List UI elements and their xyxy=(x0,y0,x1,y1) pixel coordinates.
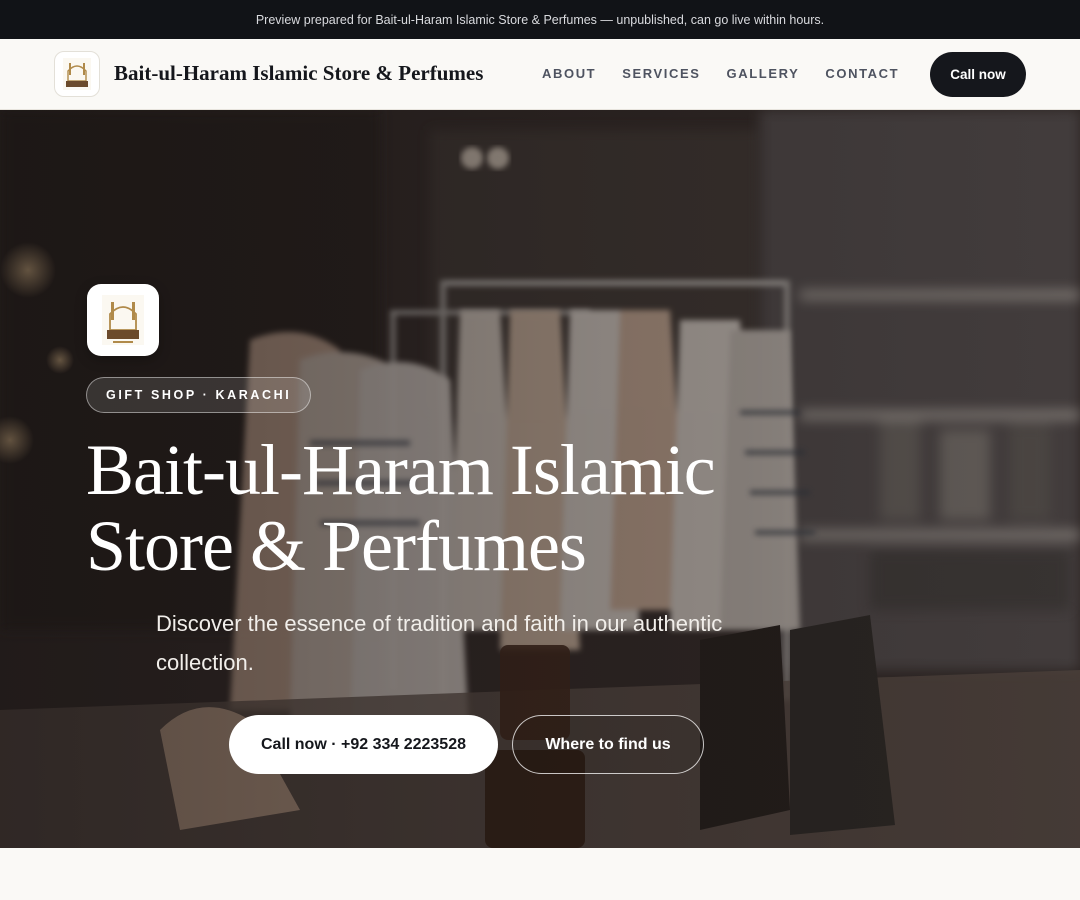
store-logo-icon[interactable] xyxy=(54,51,100,97)
store-logo-icon xyxy=(87,284,159,356)
call-phone-button[interactable]: Call now · +92 334 2223528 xyxy=(229,715,498,774)
hero-subtitle: Discover the essence of tradition and fa… xyxy=(156,611,723,675)
nav-item-contact[interactable]: CONTACT xyxy=(825,66,899,81)
call-now-button[interactable]: Call now xyxy=(930,52,1026,97)
category-badge: GIFT SHOP · KARACHI xyxy=(86,377,312,413)
site-header: Bait-ul-Haram Islamic Store & Perfumes A… xyxy=(0,39,1080,110)
brand-name[interactable]: Bait-ul-Haram Islamic Store & Perfumes xyxy=(114,61,483,86)
nav-item-about[interactable]: ABOUT xyxy=(542,66,596,81)
hero-title: Bait-ul-Haram Islamic Store & Perfumes xyxy=(86,430,716,586)
main-nav: ABOUT SERVICES GALLERY CONTACT xyxy=(542,66,899,81)
preview-banner: Preview prepared for Bait-ul-Haram Islam… xyxy=(0,0,1080,39)
nav-item-services[interactable]: SERVICES xyxy=(622,66,700,81)
find-us-button[interactable]: Where to find us xyxy=(512,715,704,774)
next-section xyxy=(0,848,1080,900)
hero-section: GIFT SHOP · KARACHI Bait-ul-Haram Islami… xyxy=(0,110,1080,848)
preview-banner-text: Preview prepared for Bait-ul-Haram Islam… xyxy=(255,12,825,27)
nav-item-gallery[interactable]: GALLERY xyxy=(727,66,800,81)
